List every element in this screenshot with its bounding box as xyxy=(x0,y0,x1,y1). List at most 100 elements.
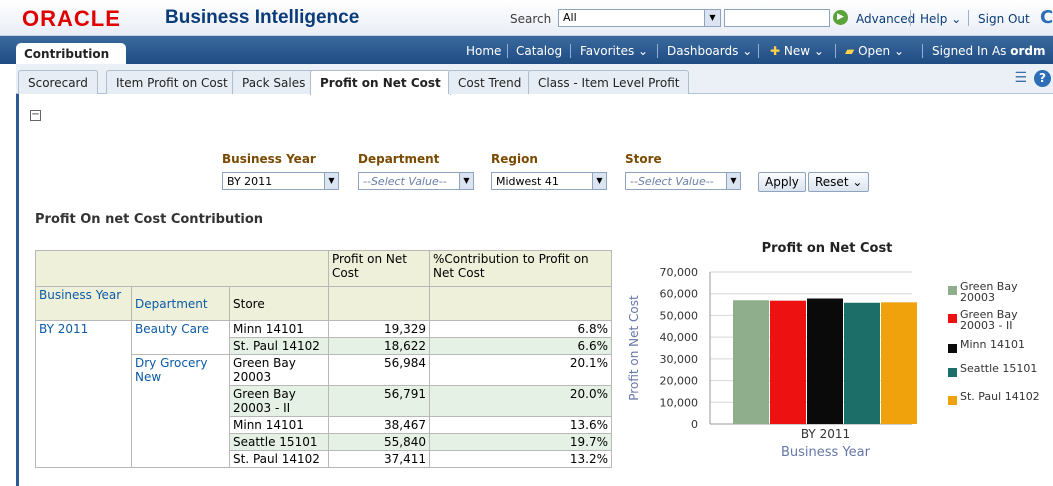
y-tick-label: 70,000 xyxy=(660,266,699,279)
tab-profit-on-net-cost[interactable]: Profit on Net Cost xyxy=(310,70,451,95)
chevron-down-icon: ▼ xyxy=(459,173,473,189)
content-edge xyxy=(16,94,19,486)
collapse-icon[interactable]: − xyxy=(30,110,41,121)
dashboard-tab[interactable]: Contribution xyxy=(16,43,126,64)
new-menu[interactable]: ✚ New ⌄ xyxy=(770,44,824,58)
legend-item: St. Paul 14102 xyxy=(948,391,1040,405)
chevron-down-icon: ▼ xyxy=(726,173,740,189)
open-menu[interactable]: ▰ Open ⌄ xyxy=(845,44,904,58)
legend-label: Seattle 15101 xyxy=(960,362,1038,375)
pct-cell: 20.0% xyxy=(429,385,612,417)
store-cell: Green Bay 20003 - II xyxy=(229,385,329,417)
dashboards-menu[interactable]: Dashboards ⌄ xyxy=(667,44,752,58)
sign-out-link[interactable]: Sign Out xyxy=(978,12,1030,26)
tab-cost-trend[interactable]: Cost Trend xyxy=(448,70,532,94)
business-year-cell[interactable]: BY 2011 xyxy=(35,320,132,468)
signed-in-label: Signed In As xyxy=(932,44,1007,58)
legend-swatch xyxy=(948,286,957,295)
pct-cell: 6.6% xyxy=(429,337,612,355)
y-tick-label: 50,000 xyxy=(660,309,699,322)
tab-pack-sales[interactable]: Pack Sales xyxy=(232,70,316,94)
search-scope-value: All xyxy=(563,11,577,24)
row-header-department[interactable]: Department xyxy=(131,286,230,321)
global-nav: Contribution Home Catalog Favorites ⌄ Da… xyxy=(0,36,1053,64)
divider xyxy=(910,10,911,26)
profit-bar-chart: 0 10,000 20,000 30,000 40,000 50,000 60,000 70,… xyxy=(627,266,917,460)
product-name: Business Intelligence xyxy=(165,7,360,28)
department-value: --Select Value-- xyxy=(363,175,447,188)
region-label: Region xyxy=(491,152,538,166)
divider xyxy=(758,44,759,58)
x-tick-label: BY 2011 xyxy=(801,427,850,441)
bar xyxy=(807,298,843,424)
chevron-down-icon: ⌄ xyxy=(813,44,824,58)
top-header: ORACLE Business Intelligence Search All … xyxy=(0,0,1053,36)
corner-header xyxy=(35,250,329,287)
department-cell[interactable]: Beauty Care xyxy=(131,320,230,355)
divider xyxy=(968,10,969,26)
chevron-down-icon: ⌄ xyxy=(893,44,905,58)
catalog-link[interactable]: Catalog xyxy=(516,44,562,58)
tab-class-item-level-profit[interactable]: Class - Item Level Profit xyxy=(528,70,690,94)
apply-button[interactable]: Apply xyxy=(758,172,806,192)
dashboards-label: Dashboards xyxy=(667,44,739,58)
divider xyxy=(570,44,571,58)
y-tick-label: 0 xyxy=(691,418,698,431)
search-go-icon[interactable]: ▶ xyxy=(833,10,848,25)
help-menu[interactable]: Help ⌄ xyxy=(920,12,961,26)
search-scope-select[interactable]: All ▼ xyxy=(558,9,721,27)
advanced-link[interactable]: Advanced xyxy=(856,12,915,26)
favorites-label: Favorites xyxy=(580,44,635,58)
pct-cell: 19.7% xyxy=(429,433,612,451)
row-header-business-year[interactable]: Business Year xyxy=(35,286,132,321)
section-title: Profit On net Cost Contribution xyxy=(35,212,264,227)
y-tick-label: 40,000 xyxy=(660,331,699,344)
bar xyxy=(733,300,769,424)
region-value: Midwest 41 xyxy=(496,175,559,188)
legend-label: Minn 14101 xyxy=(960,338,1025,351)
legend-item: Green Bay 20003 xyxy=(948,280,1040,304)
reset-button[interactable]: Reset ⌄ xyxy=(808,172,870,192)
home-link[interactable]: Home xyxy=(466,44,501,58)
page-tabs: Scorecard Item Profit on Cost Pack Sales… xyxy=(16,64,1053,95)
open-label: Open xyxy=(858,44,891,58)
profit-cell: 19,329 xyxy=(328,320,430,338)
bar xyxy=(770,300,806,424)
chart-title: Profit on Net Cost xyxy=(761,241,893,256)
legend-item: Green Bay 20003 - II xyxy=(948,309,1040,331)
tab-item-profit-on-cost[interactable]: Item Profit on Cost xyxy=(106,70,238,94)
row-header-store: Store xyxy=(229,286,329,321)
chevron-down-icon: ▼ xyxy=(704,10,720,26)
profit-cell: 38,467 xyxy=(328,416,430,434)
legend-label: Green Bay 20003 xyxy=(960,280,1018,304)
department-select[interactable]: --Select Value-- ▼ xyxy=(358,172,474,190)
legend-swatch xyxy=(948,368,957,377)
bar xyxy=(844,302,880,424)
divider xyxy=(835,44,836,58)
favorites-menu[interactable]: Favorites ⌄ xyxy=(580,44,648,58)
store-cell: Seattle 15101 xyxy=(229,433,329,451)
page-options-icon[interactable]: ☰ xyxy=(1014,70,1027,86)
x-axis-label: Business Year xyxy=(781,445,871,460)
oracle-c-icon: C xyxy=(1040,7,1053,28)
region-select[interactable]: Midwest 41 ▼ xyxy=(491,172,607,190)
business-year-value: BY 2011 xyxy=(227,175,273,188)
store-select[interactable]: --Select Value-- ▼ xyxy=(625,172,741,190)
oracle-logo: ORACLE xyxy=(22,6,121,31)
store-cell: Minn 14101 xyxy=(229,320,329,338)
chevron-down-icon: ▼ xyxy=(592,173,606,189)
pct-cell: 13.2% xyxy=(429,450,612,468)
user-name[interactable]: ordm xyxy=(1010,44,1045,58)
search-input[interactable] xyxy=(724,9,830,27)
help-icon[interactable]: ? xyxy=(1034,70,1051,87)
profit-cell: 18,622 xyxy=(328,337,430,355)
reset-label: Reset xyxy=(815,175,849,189)
pct-cell: 13.6% xyxy=(429,416,612,434)
tab-scorecard[interactable]: Scorecard xyxy=(18,70,98,94)
business-year-select[interactable]: BY 2011 ▼ xyxy=(222,172,339,190)
chevron-down-icon: ⌄ xyxy=(951,12,962,26)
department-cell[interactable]: Dry Grocery New xyxy=(131,354,230,468)
department-label: Department xyxy=(358,152,440,166)
store-value: --Select Value-- xyxy=(630,175,714,188)
profit-cell: 55,840 xyxy=(328,433,430,451)
